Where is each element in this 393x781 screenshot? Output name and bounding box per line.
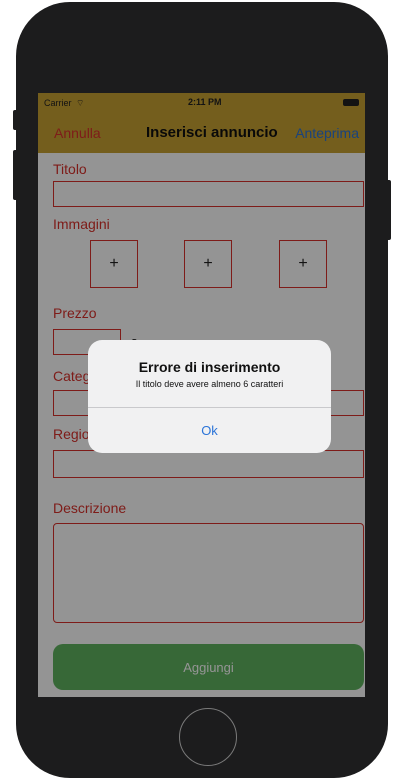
screen: Carrier ⌔ 2:11 PM Annulla Inserisci annu… — [38, 93, 365, 697]
alert-ok-button[interactable]: Ok — [88, 408, 331, 453]
silent-switch — [13, 110, 18, 130]
home-button[interactable] — [179, 708, 237, 766]
error-alert: Errore di inserimento Il titolo deve ave… — [88, 340, 331, 453]
alert-message: Il titolo deve avere almeno 6 caratteri — [135, 379, 284, 389]
volume-button — [13, 150, 18, 200]
power-button — [386, 180, 391, 240]
alert-title: Errore di inserimento — [138, 359, 281, 375]
